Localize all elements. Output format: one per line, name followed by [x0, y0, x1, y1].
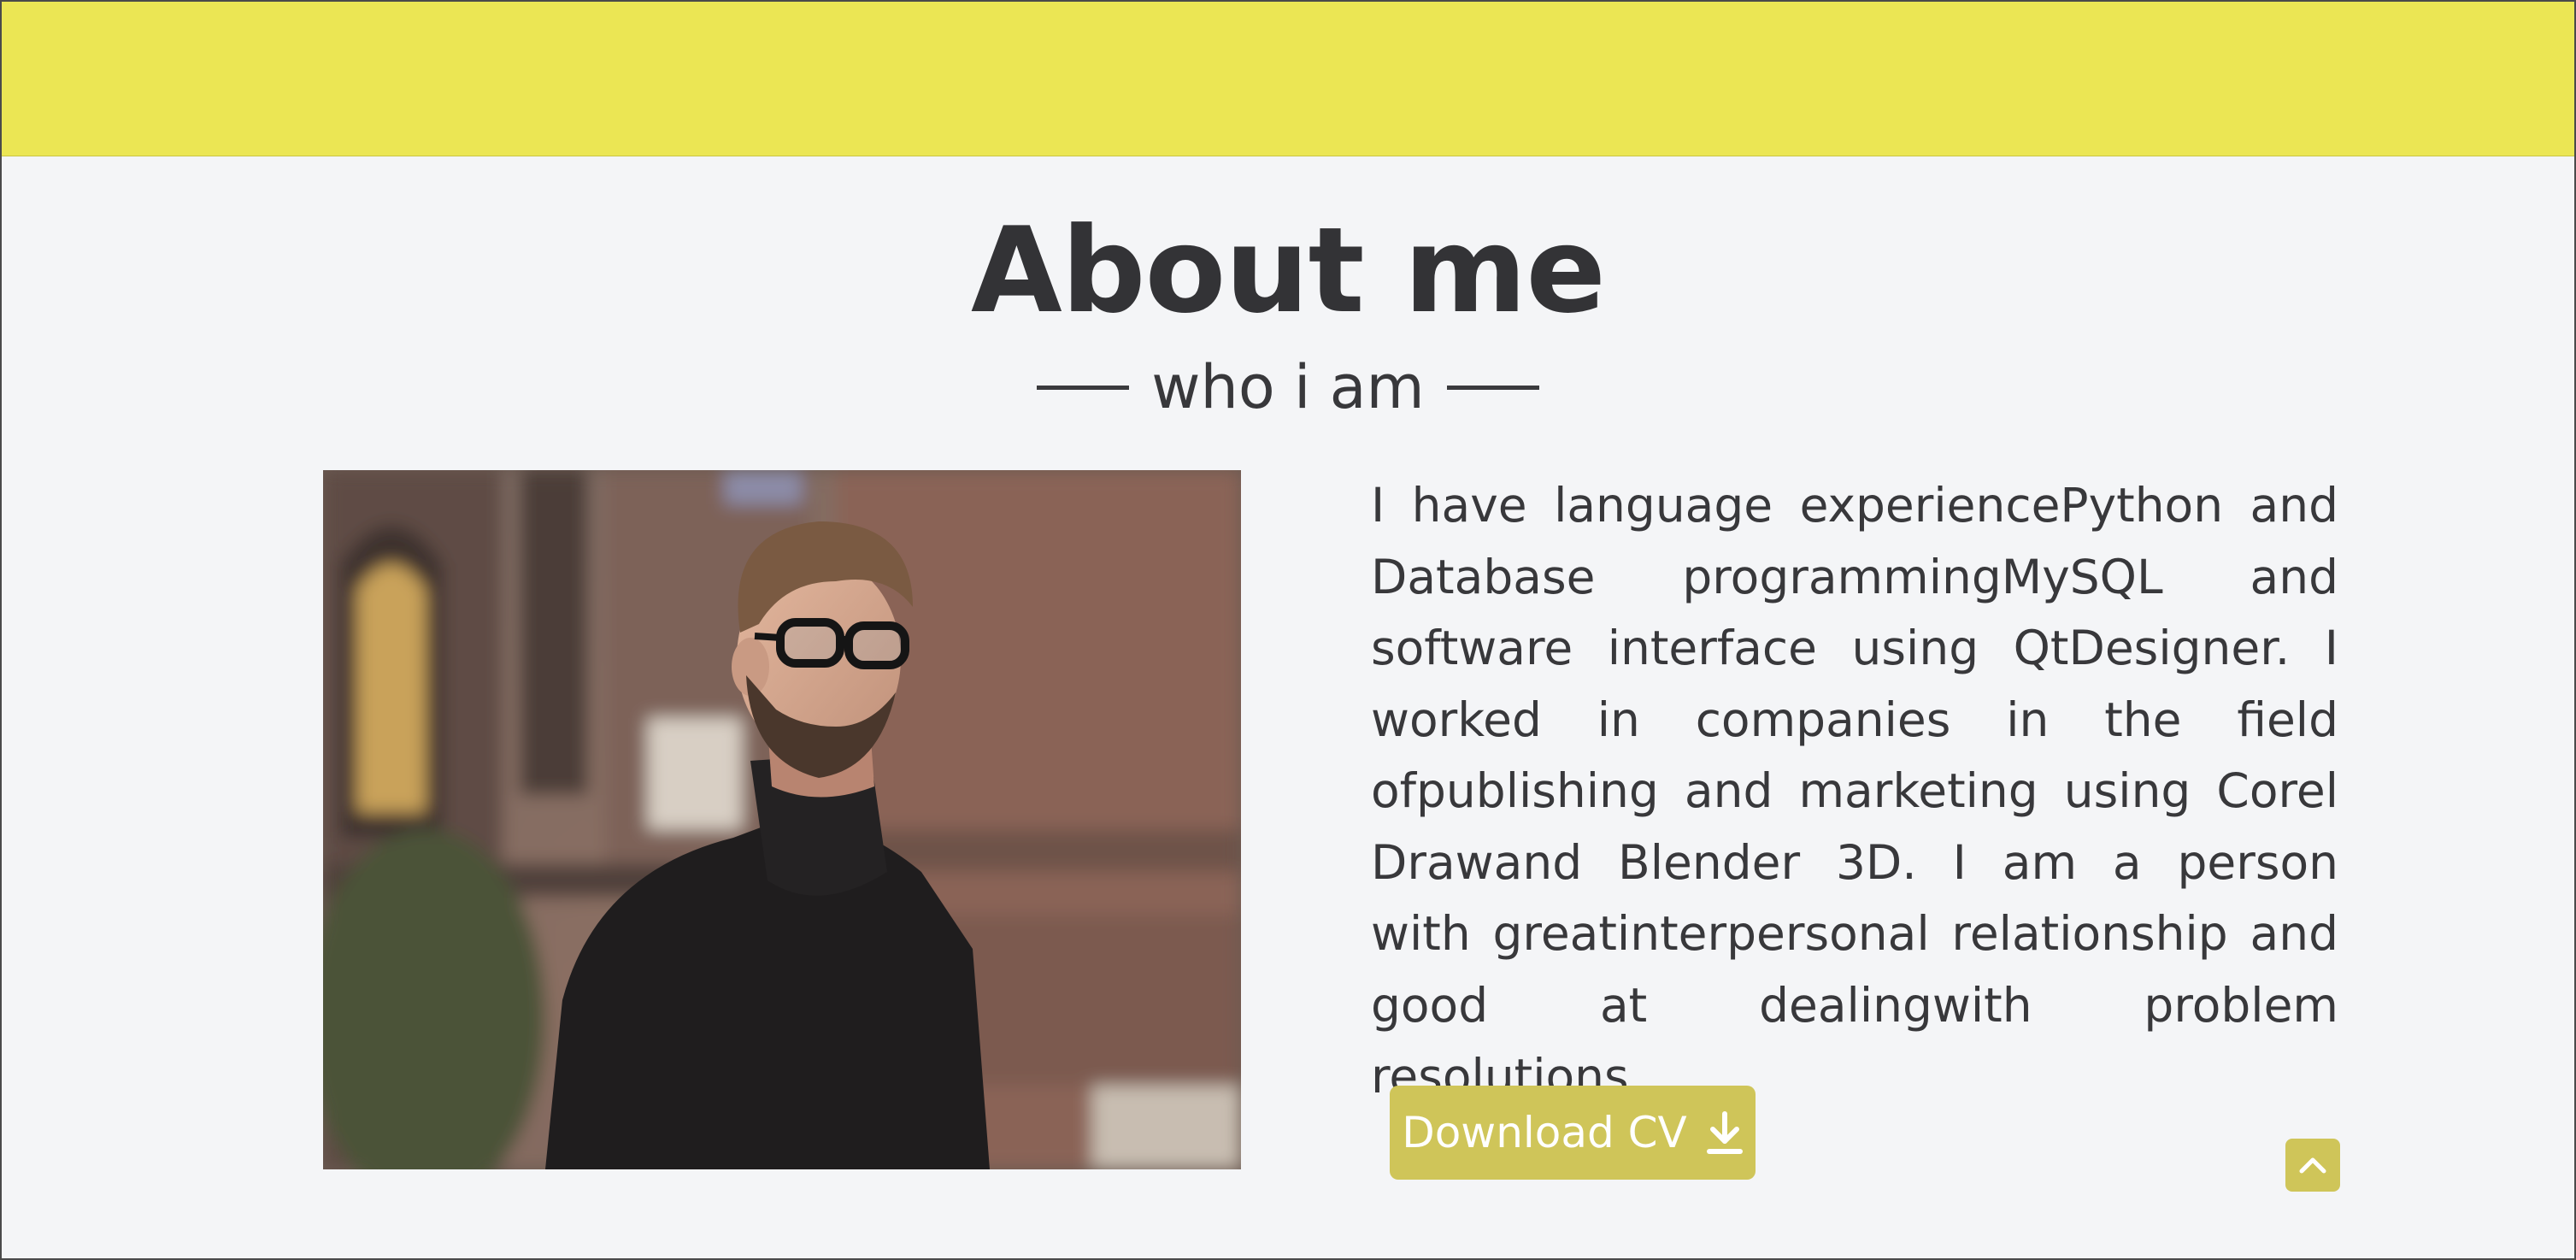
header-bar [0, 0, 2576, 156]
subtitle-divider-left [1037, 385, 1130, 390]
subtitle-divider-right [1446, 385, 1539, 390]
download-icon [1706, 1110, 1744, 1155]
download-cv-label: Download CV [1402, 1108, 1687, 1157]
about-description: I have language experiencePython and Dat… [1371, 478, 2338, 1104]
page-title: About me [970, 202, 1606, 339]
chevron-up-icon [2299, 1157, 2326, 1174]
download-cv-button[interactable]: Download CV [1390, 1086, 1756, 1180]
subtitle-row: who i am [0, 349, 2576, 426]
profile-photo [323, 470, 1241, 1169]
scroll-to-top-button[interactable] [2285, 1139, 2340, 1192]
subtitle: who i am [1151, 352, 1425, 422]
